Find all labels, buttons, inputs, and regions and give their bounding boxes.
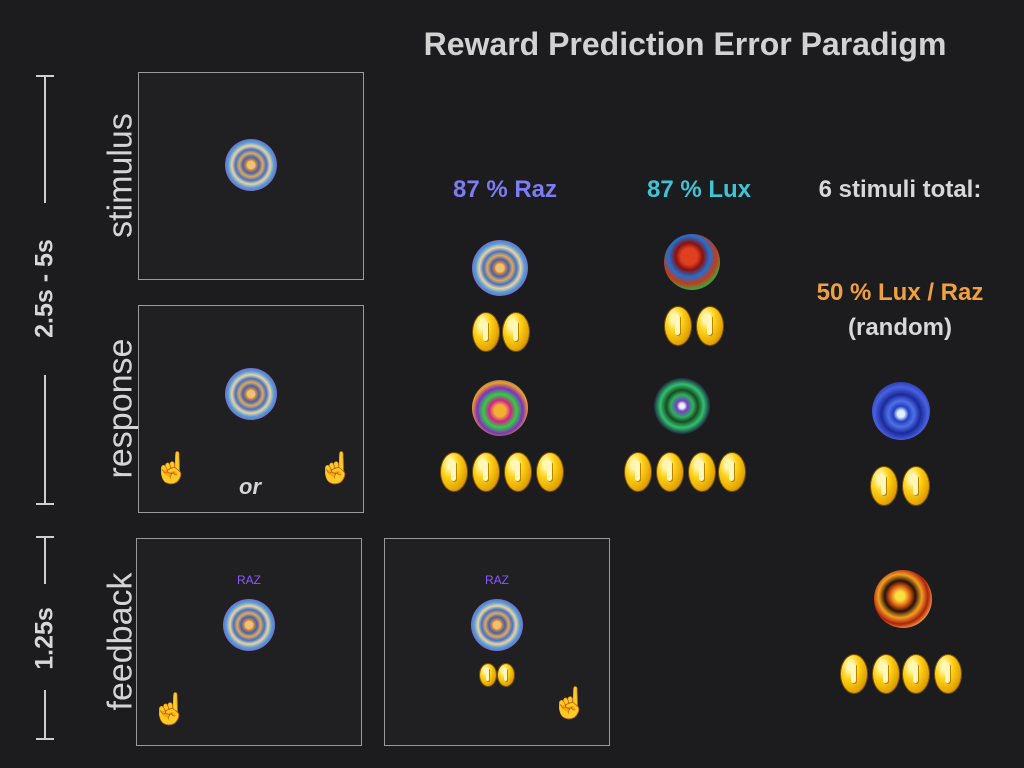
gold-coin-icon: [664, 306, 692, 346]
left-hand-icon: ☝: [153, 452, 191, 485]
condition-raz-label: 87 % Raz: [452, 176, 558, 203]
fractal-stimulus-icon: [223, 599, 275, 651]
raz-stimulus-low-icon: [472, 380, 528, 436]
gold-coin-icon: [656, 452, 684, 492]
timing-label-feedback: 1.25s: [30, 607, 59, 670]
timeline-line-upper: [44, 75, 46, 203]
lux-stimulus-high-icon: [664, 234, 720, 290]
fractal-stimulus-icon: [225, 368, 277, 420]
random-stimulus-low-icon: [874, 570, 932, 628]
feedback-frame-left: RAZ ☝: [136, 538, 362, 746]
gold-coin-icon: [688, 452, 716, 492]
summary-random-label: 50 % Lux / Raz: [816, 279, 984, 306]
right-hand-icon: ☝: [317, 452, 355, 485]
left-hand-icon: ☝: [151, 693, 189, 726]
gold-coin-icon: [696, 306, 724, 346]
gold-coin-icon: [479, 663, 497, 687]
gold-coin-icon: [497, 663, 515, 687]
gold-coin-icon: [718, 452, 746, 492]
gold-coin-icon: [870, 466, 898, 506]
summary-total-label: 6 stimuli total:: [818, 176, 982, 203]
phase-label-response: response: [101, 338, 140, 479]
response-or-label: or: [239, 474, 261, 499]
timeline-line-fb-lower: [44, 690, 46, 740]
gold-coin-icon: [902, 654, 930, 694]
fractal-stimulus-icon: [225, 139, 277, 191]
summary-random-note: (random): [848, 314, 952, 341]
gold-coin-icon: [440, 452, 468, 492]
lux-stimulus-low-icon: [654, 378, 710, 434]
right-hand-icon: ☝: [551, 687, 589, 720]
phase-label-stimulus: stimulus: [101, 113, 140, 238]
timeline-line-fb-upper: [44, 536, 46, 584]
gold-coin-icon: [840, 654, 868, 694]
timeline-cap-bottom: [36, 503, 54, 505]
random-stimulus-high-icon: [872, 382, 930, 440]
raz-stimulus-high-icon: [472, 240, 528, 296]
phase-label-feedback: feedback: [101, 572, 140, 711]
timeline-cap-fb-bottom: [36, 738, 54, 740]
fractal-stimulus-icon: [471, 599, 523, 651]
feedback-frame-right: RAZ ☝: [384, 538, 610, 746]
gold-coin-icon: [502, 312, 530, 352]
timeline-line-lower: [44, 375, 46, 505]
gold-coin-icon: [872, 654, 900, 694]
timing-label-trial: 2.5s - 5s: [30, 239, 59, 338]
gold-coin-icon: [902, 466, 930, 506]
feedback-label: RAZ: [485, 573, 509, 587]
gold-coin-icon: [536, 452, 564, 492]
response-frame: ☝ or ☝: [138, 305, 364, 513]
gold-coin-icon: [934, 654, 962, 694]
gold-coin-icon: [472, 312, 500, 352]
page-title: Reward Prediction Error Paradigm: [423, 26, 947, 62]
gold-coin-icon: [472, 452, 500, 492]
gold-coin-icon: [624, 452, 652, 492]
gold-coin-icon: [504, 452, 532, 492]
feedback-label: RAZ: [237, 573, 261, 587]
condition-lux-label: 87 % Lux: [646, 176, 752, 203]
stimulus-frame: [138, 72, 364, 280]
